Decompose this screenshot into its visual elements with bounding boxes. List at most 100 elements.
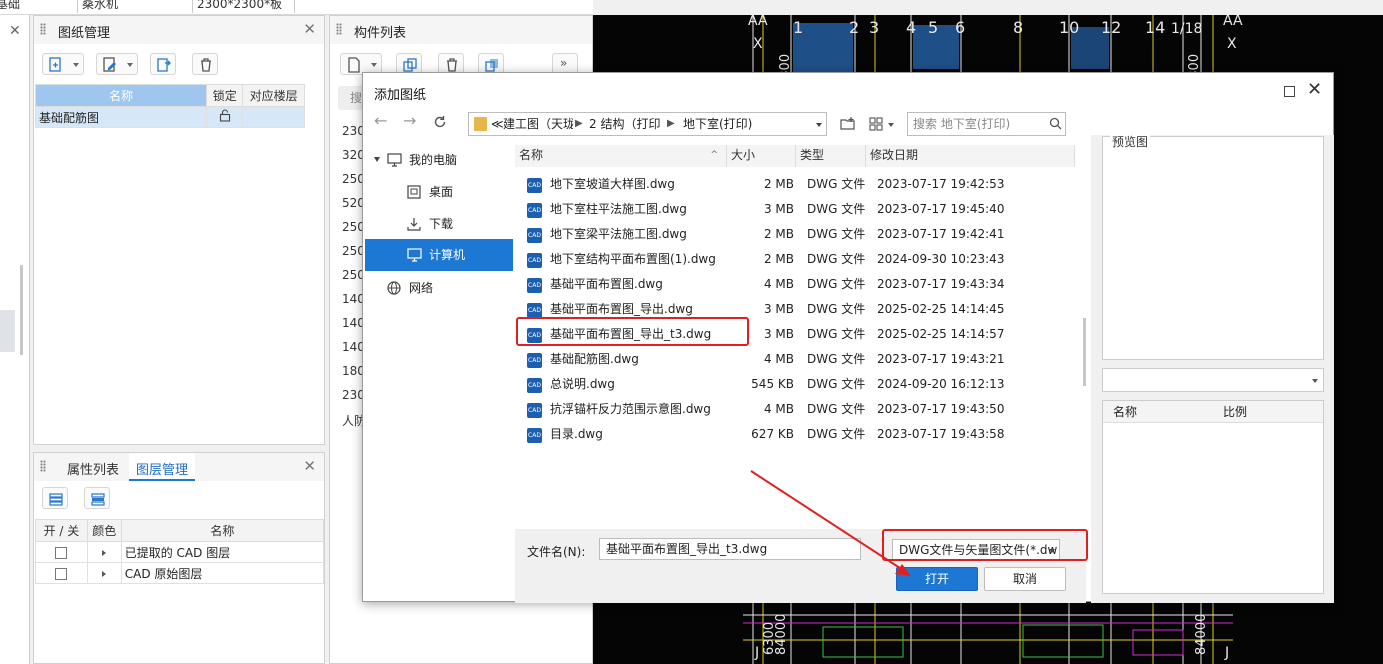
file-date: 2024-09-30 10:23:43 (877, 252, 1005, 266)
expand-cell[interactable] (86, 541, 122, 563)
file-name: 抗浮锚杆反力范围示意图.dwg (550, 402, 711, 416)
add-drawing-button[interactable] (42, 53, 84, 75)
chevron-right-icon[interactable]: ▶ (667, 113, 675, 135)
file-row[interactable]: CAD 地下室梁平法施工图.dwg 2 MB DWG 文件 2023-07-17… (515, 222, 1075, 247)
search-icon[interactable] (1049, 117, 1062, 130)
chevron-down-icon[interactable] (816, 123, 822, 127)
column-header-toggle[interactable]: 开 / 关 (35, 519, 88, 542)
scrollbar[interactable] (20, 265, 23, 355)
column-header-type[interactable]: 类型 (796, 145, 866, 167)
column-header-size[interactable]: 大小 (727, 145, 796, 167)
hide-layers-button[interactable] (84, 487, 110, 509)
file-row[interactable]: CAD 地下室柱平法施工图.dwg 3 MB DWG 文件 2023-07-17… (515, 197, 1075, 222)
toggle-cell[interactable] (35, 562, 88, 584)
floor-cell[interactable] (242, 106, 305, 128)
nav-downloads[interactable]: 下载 (363, 209, 515, 239)
close-icon[interactable]: ✕ (303, 457, 316, 475)
close-icon[interactable]: ✕ (9, 23, 21, 39)
file-date: 2023-07-17 19:45:40 (877, 202, 1005, 216)
chevron-down-icon[interactable] (1312, 379, 1318, 383)
nav-my-computer[interactable]: 我的电脑 (363, 145, 515, 175)
file-row[interactable]: CAD 总说明.dwg 545 KB DWG 文件 2024-09-20 16:… (515, 372, 1075, 397)
maximize-icon[interactable] (1284, 86, 1295, 97)
grip-icon[interactable] (336, 23, 342, 35)
file-type: DWG 文件 (807, 177, 866, 191)
chevron-down-icon[interactable] (888, 123, 894, 127)
nav-desktop[interactable]: 桌面 (363, 177, 515, 207)
new-folder-icon[interactable] (840, 116, 856, 132)
top-tab-3[interactable]: 2300*2300*板 (193, 0, 295, 13)
panel-header: 图纸管理 ✕ (34, 16, 324, 44)
file-search-input[interactable]: 搜索 地下室(打印) (907, 112, 1066, 136)
tab-property-list[interactable]: 属性列表 (67, 459, 119, 478)
expand-cell[interactable] (86, 562, 122, 584)
cancel-button[interactable]: 取消 (984, 567, 1066, 591)
file-date: 2025-02-25 14:14:45 (877, 302, 1005, 316)
column-header-floor[interactable]: 对应楼层 (242, 84, 305, 107)
column-header-name[interactable]: 名称 (1113, 401, 1137, 423)
layer-checkbox[interactable] (55, 567, 68, 580)
axis-label: 1/18 (1171, 21, 1202, 37)
column-header-scale[interactable]: 比例 (1223, 401, 1247, 423)
nav-computer[interactable]: 计算机 (365, 239, 513, 271)
top-tab-1[interactable]: 基础 (0, 0, 78, 13)
grip-icon[interactable] (40, 460, 46, 472)
highlight-selected-file (516, 317, 749, 346)
path-breadcrumb[interactable]: ≪ 建工图（天珑 ▶ 2 结构（打印 ▶ 地下室(打印) (468, 112, 827, 136)
delete-drawing-button[interactable] (192, 53, 218, 75)
breadcrumb-item[interactable]: 地下室(打印) (683, 113, 752, 135)
expand-arrow-icon[interactable] (374, 157, 380, 162)
axis-label: 2 (849, 18, 859, 37)
file-date: 2023-07-17 19:43:58 (877, 427, 1005, 441)
trash-icon (201, 58, 211, 72)
toggle-cell[interactable] (35, 541, 88, 563)
column-header-layer-name[interactable]: 名称 (120, 519, 325, 542)
layer-checkbox[interactable] (55, 546, 68, 559)
lock-cell[interactable] (206, 106, 244, 128)
chevron-right-icon[interactable]: ▶ (575, 113, 583, 135)
show-layers-button[interactable] (42, 487, 68, 509)
drawing-name[interactable]: 基础配筋图 (34, 106, 208, 128)
file-row[interactable]: CAD 目录.dwg 627 KB DWG 文件 2023-07-17 19:4… (515, 422, 1075, 447)
nav-label: 网络 (409, 281, 434, 295)
file-type: DWG 文件 (807, 402, 866, 416)
expand-arrow-icon[interactable] (102, 550, 107, 556)
close-icon[interactable]: ✕ (303, 20, 316, 38)
column-header-color[interactable]: 颜色 (86, 519, 122, 542)
column-header-name[interactable]: 名称 (34, 84, 208, 107)
split-drawing-button[interactable] (150, 53, 176, 75)
file-list-scrollbar[interactable] (1083, 318, 1086, 386)
lock-icon[interactable] (219, 109, 231, 122)
top-tab-2[interactable]: 桑水机 (78, 0, 193, 13)
file-name: 地下室结构平面布置图(1).dwg (550, 252, 716, 266)
file-row[interactable]: CAD 地下室坡道大样图.dwg 2 MB DWG 文件 2023-07-17 … (515, 172, 1075, 197)
breadcrumb-more[interactable]: ≪ (491, 113, 504, 135)
preview-label: 预览图 (1110, 133, 1151, 150)
column-header-lock[interactable]: 锁定 (206, 84, 244, 107)
file-row[interactable]: CAD 抗浮锚杆反力范围示意图.dwg 4 MB DWG 文件 2023-07-… (515, 397, 1075, 422)
file-name: 总说明.dwg (550, 377, 615, 391)
edit-drawing-button[interactable] (96, 53, 138, 75)
table-row[interactable]: 已提取的 CAD 图层 (35, 541, 325, 563)
file-row[interactable]: CAD 基础平面布置图.dwg 4 MB DWG 文件 2023-07-17 1… (515, 272, 1075, 297)
close-icon[interactable]: ✕ (1307, 79, 1322, 100)
breadcrumb-item[interactable]: 建工图（天珑 (503, 113, 573, 135)
refresh-icon[interactable] (433, 115, 447, 129)
file-date: 2025-02-25 14:14:57 (877, 327, 1005, 341)
navigation-tree: 我的电脑 桌面 下载 计算机 网络 (363, 145, 515, 603)
nav-network[interactable]: 网络 (363, 273, 515, 303)
back-arrow-icon[interactable]: ← (374, 111, 387, 130)
column-header-date[interactable]: 修改日期 (866, 145, 1075, 167)
forward-arrow-icon[interactable]: → (403, 111, 416, 130)
breadcrumb-item[interactable]: 2 结构（打印 (589, 113, 664, 135)
tab-layer-management[interactable]: 图层管理 (129, 453, 196, 481)
grip-icon[interactable] (40, 23, 46, 35)
table-row[interactable]: 基础配筋图 (34, 106, 305, 128)
table-row[interactable]: CAD 原始图层 (35, 562, 325, 584)
layout-select[interactable] (1102, 368, 1324, 392)
expand-arrow-icon[interactable] (102, 571, 107, 577)
file-row[interactable]: CAD 地下室结构平面布置图(1).dwg 2 MB DWG 文件 2024-0… (515, 247, 1075, 272)
file-row[interactable]: CAD 基础配筋图.dwg 4 MB DWG 文件 2023-07-17 19:… (515, 347, 1075, 372)
view-grid-icon[interactable] (868, 116, 884, 132)
column-header-name[interactable]: 名称 ^ (515, 145, 727, 167)
